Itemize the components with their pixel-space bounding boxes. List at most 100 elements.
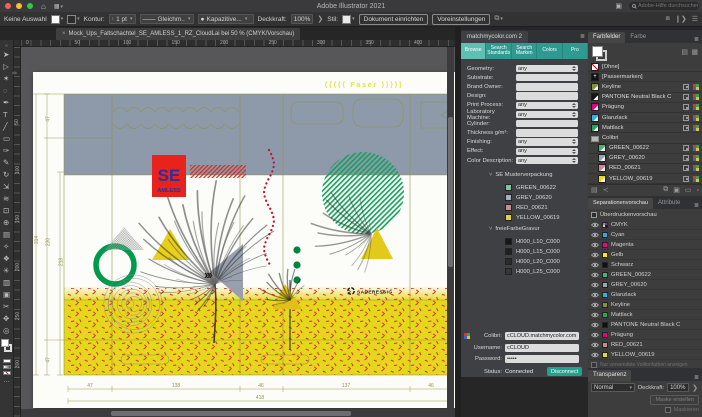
swatch-row-red-00621[interactable]: RED_00621 <box>588 164 702 174</box>
stroke-width-stepper[interactable]: ↕1 pt▾ <box>109 14 136 24</box>
horizontal-ruler[interactable]: 050100150200250300350400 <box>21 40 455 47</box>
colibri-field[interactable]: cCLOUD.matchmycolor.com <box>505 332 579 340</box>
blend-tool[interactable]: ❖ <box>3 253 10 265</box>
swatch-options-icon[interactable]: ⧉ <box>663 186 668 194</box>
colibri-input-design[interactable] <box>516 92 578 100</box>
swatch-row-green-00622[interactable]: GREEN_00622 <box>588 144 702 154</box>
colibri-input-brand-owner[interactable] <box>516 83 578 91</box>
artboard-tool[interactable]: ▣ <box>3 289 10 301</box>
overprint-preview-checkbox[interactable] <box>591 212 597 218</box>
free-transform-tool[interactable]: ⊡ <box>3 205 10 217</box>
brush-dropdown[interactable]: ●Kapazitive...▾ <box>198 14 254 24</box>
colibri-select-finishing[interactable]: any <box>516 138 578 146</box>
tab-farbfelder[interactable]: Farbfelder <box>588 32 625 43</box>
colibri-input-cylinder[interactable] <box>516 120 578 128</box>
colibri-input-thickness-g-m[interactable] <box>516 129 578 137</box>
menu-icon[interactable]: ☰ <box>692 15 698 23</box>
direct-selection-tool[interactable]: ▷ <box>3 61 10 73</box>
colibri-color-red-00621[interactable]: RED_00621 <box>505 204 548 211</box>
disconnect-button[interactable]: Disconnect <box>547 367 582 376</box>
vertical-scroll-thumb[interactable] <box>448 117 453 267</box>
minimize-window-icon[interactable] <box>16 3 22 9</box>
swatch-row-grey-00620[interactable]: GREY_00620 <box>588 154 702 164</box>
swatch-row-glanzlack[interactable]: Glanzlack <box>588 113 702 123</box>
swatch-libraries-icon[interactable]: ▤ <box>591 186 598 194</box>
vertical-scrollbar[interactable] <box>447 47 454 409</box>
search-input[interactable] <box>638 3 698 9</box>
delete-swatch-icon[interactable]: ▫ <box>697 187 699 194</box>
line-segment-tool[interactable]: ╱ <box>3 121 10 133</box>
horizontal-scroll-thumb[interactable] <box>111 411 351 416</box>
colibri-select-laboratory-machine[interactable]: any <box>516 111 578 119</box>
colibri-color-green-00622[interactable]: GREEN_00622 <box>505 184 556 191</box>
rotate-tool[interactable]: ↻ <box>3 169 10 181</box>
panel-menu-icon[interactable]: ≣ <box>580 33 588 40</box>
swatch-row-yellow-00619[interactable]: YELLOW_00619 <box>588 174 702 184</box>
clip-checkbox[interactable] <box>665 407 671 413</box>
opacity-expand-icon[interactable]: ❯ <box>317 15 323 23</box>
magic-wand-tool[interactable]: ✶ <box>3 73 10 85</box>
colibri-color-h000-l15-c000[interactable]: H000_L15_C000 <box>505 248 560 255</box>
more-tools-icon[interactable]: … <box>3 377 10 384</box>
home-icon[interactable]: ⌂ <box>41 2 46 11</box>
colibri-group-freiefarbegravur[interactable]: ˅freieFarbeGravur <box>489 226 540 232</box>
matchmycolor-panel-tab[interactable]: matchmycolor.com 2 <box>461 31 528 43</box>
visibility-eye-icon[interactable] <box>591 262 599 268</box>
visibility-eye-icon[interactable] <box>591 302 599 308</box>
stroke-swatch[interactable] <box>67 15 76 24</box>
stroke-style-dropdown[interactable]: ——Gleichm...▾ <box>140 14 194 24</box>
make-mask-button[interactable]: Maske erstellen <box>650 395 699 405</box>
hand-tool[interactable]: ✥ <box>3 313 10 325</box>
colibri-color-h000-l10-c000[interactable]: H000_L10_C000 <box>505 238 560 245</box>
document-setup-button[interactable]: Dokument einrichten <box>359 14 429 25</box>
zoom-tool[interactable]: ◎ <box>3 325 10 337</box>
visibility-eye-icon[interactable] <box>591 222 599 228</box>
arrange-documents-icon[interactable]: ▣ <box>615 2 622 10</box>
username-field[interactable]: cCLOUD <box>505 344 579 352</box>
colibri-select-effect[interactable]: any <box>516 148 578 156</box>
vertical-ruler[interactable]: 050100150200250300 <box>14 47 21 417</box>
colibri-color-h000-l20-c000[interactable]: H000_L20_C000 <box>505 258 560 265</box>
colibri-select-geometry[interactable]: any <box>516 65 578 73</box>
password-field[interactable]: ••••• <box>505 355 579 363</box>
slice-tool[interactable]: ✂ <box>3 301 10 313</box>
opacity-expand-icon[interactable]: ❯ <box>692 384 698 392</box>
preferences-button[interactable]: Voreinstellungen <box>432 14 490 25</box>
list-view-icon[interactable]: ▤ <box>681 48 688 56</box>
blend-mode-dropdown[interactable]: Normal▾ <box>591 383 635 392</box>
swatch-row-mattlack[interactable]: Mattlack <box>588 123 702 133</box>
eyedropper-tool[interactable]: ✧ <box>3 241 10 253</box>
visibility-eye-icon[interactable] <box>591 272 599 278</box>
tab-farbe[interactable]: Farbe <box>625 32 651 43</box>
colibri-color-grey-00620[interactable]: GREY_00620 <box>505 194 552 201</box>
artboard[interactable]: ⟨⟨⟨⟨⟨ Faser ⟩⟩⟩⟩⟩ SE <box>33 72 455 408</box>
swatch-row-ohne[interactable]: [Ohne] <box>588 62 702 72</box>
lasso-tool[interactable]: ◌ <box>3 85 10 97</box>
pen-tool[interactable]: ✒ <box>3 97 10 109</box>
visibility-eye-icon[interactable] <box>591 292 599 298</box>
visibility-eye-icon[interactable] <box>591 232 599 238</box>
swatch-row-keyline[interactable]: Keyline <box>588 82 702 92</box>
close-tab-icon[interactable]: × <box>62 31 66 37</box>
colibri-tab-search-standards[interactable]: Search Standards <box>486 43 512 59</box>
pencil-tool[interactable]: ✎ <box>3 157 10 169</box>
canvas[interactable]: ⟨⟨⟨⟨⟨ Faser ⟩⟩⟩⟩⟩ SE <box>21 47 455 417</box>
visibility-eye-icon[interactable] <box>591 282 599 288</box>
style-swatch[interactable] <box>342 15 351 24</box>
shape-builder-tool[interactable]: ⊕ <box>3 217 10 229</box>
opacity-field[interactable]: 100% <box>667 383 689 392</box>
document-arrange-icon[interactable]: ⧈ <box>666 15 670 23</box>
visibility-eye-icon[interactable] <box>591 352 599 358</box>
fill-proxy-swatch[interactable] <box>592 46 603 57</box>
visibility-eye-icon[interactable] <box>591 312 599 318</box>
show-swatch-kinds-icon[interactable]: ≺ <box>603 186 609 194</box>
horizontal-scrollbar[interactable] <box>21 409 455 417</box>
maximize-window-icon[interactable] <box>27 3 33 9</box>
colibri-tab-browse[interactable]: Browse <box>461 43 486 59</box>
gradient-tool[interactable]: ▤ <box>3 229 10 241</box>
app-grid-icon[interactable]: ▦▾ <box>54 3 63 10</box>
swatch-row-passermarken[interactable]: +[Passermarken] <box>588 72 702 82</box>
colibri-tab-search-marken[interactable]: Search Marken <box>512 43 537 59</box>
colibri-tab-colors[interactable]: Colors <box>537 43 562 59</box>
none-mode-icon[interactable] <box>3 371 11 375</box>
